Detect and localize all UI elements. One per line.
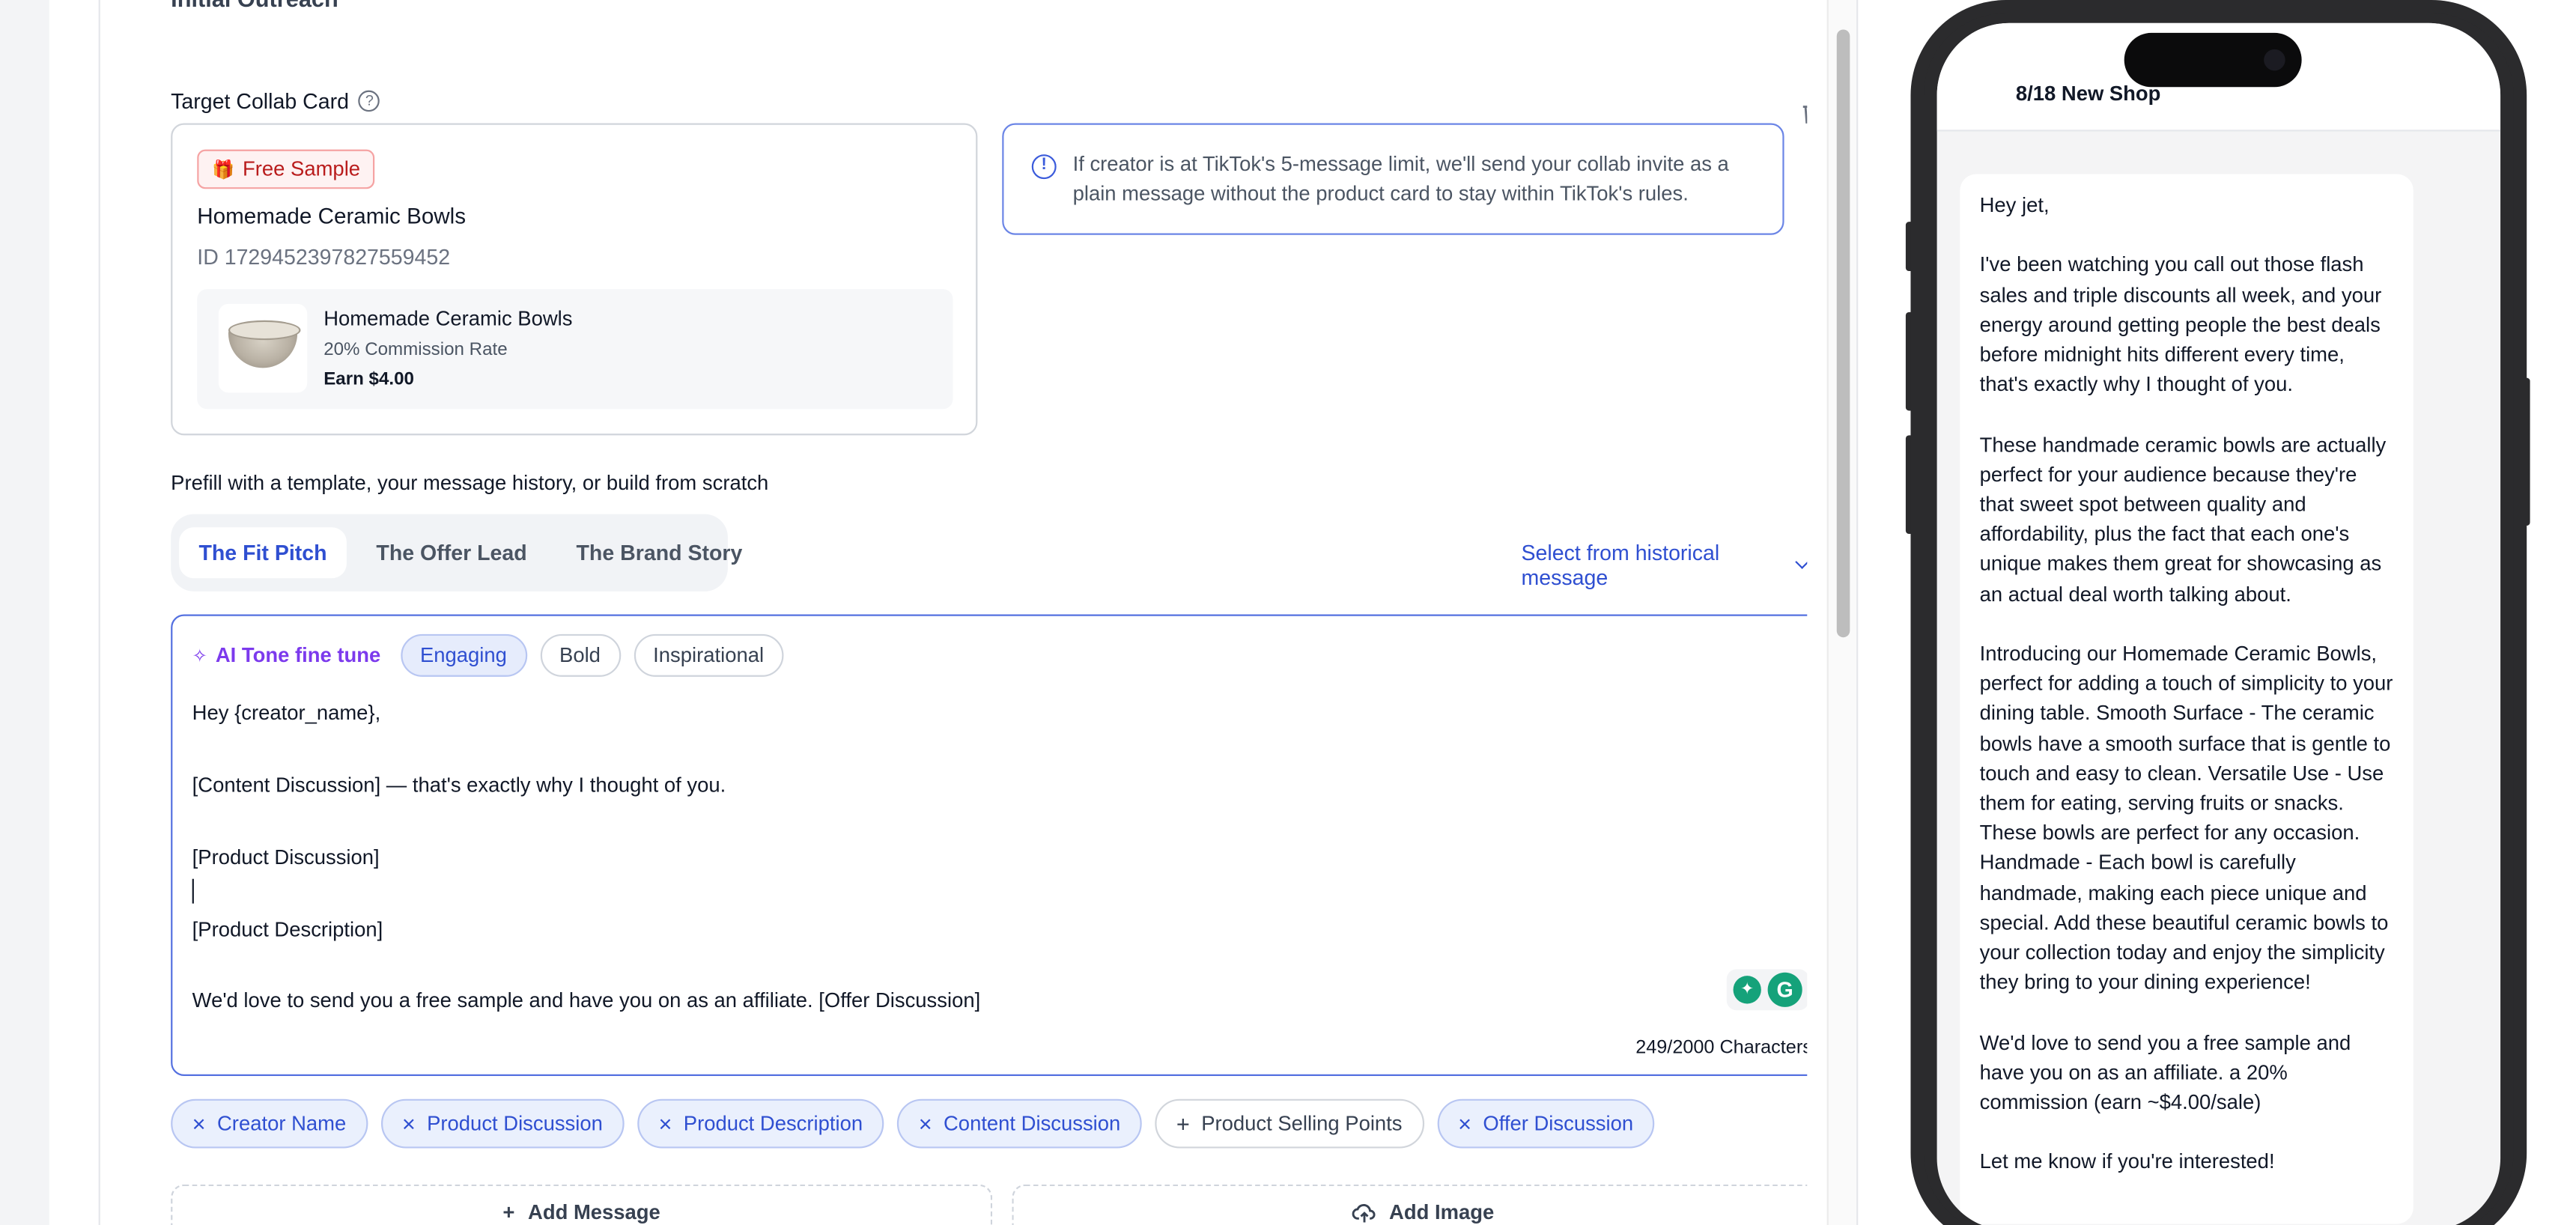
tab-fit-pitch[interactable]: The Fit Pitch [179,527,347,579]
close-icon[interactable]: × [658,1112,672,1135]
preview-paragraph: Introducing our Homemade Ceramic Bowls, … [1979,642,2393,994]
tone-row: ✧ AI Tone fine tune Engaging Bold Inspir… [192,633,784,677]
dynamic-island [2124,32,2302,88]
add-message-label: Add Message [528,1200,660,1224]
gift-icon: 🎁 [212,159,235,180]
historical-message-dropdown[interactable]: Select from historical message [1522,541,1808,590]
ai-tone-text: AI Tone fine tune [215,644,381,667]
history-link-label: Select from historical message [1521,540,1720,590]
app-stage: Initial Outreach Target Collab Card ? 🎁 … [0,0,2576,1225]
message-line[interactable]: [Product Discussion] [192,846,380,869]
character-counter: 249/2000 Characters [1635,1038,1808,1058]
info-circle-icon: ! [1031,154,1057,180]
add-message-button[interactable]: + Add Message [171,1184,993,1225]
tab-offer-lead[interactable]: The Offer Lead [356,527,547,578]
close-icon[interactable]: × [1458,1112,1471,1135]
plus-icon: + [1176,1110,1190,1137]
collab-card-id: ID 1729452397827559452 [197,244,451,270]
shop-name: 8/18 New Shop [2015,82,2161,106]
variable-product-description[interactable]: × Product Description [637,1098,884,1149]
prefill-label: Prefill with a template, your message hi… [171,471,769,495]
text-caret [192,878,194,904]
preview-paragraph: We'd love to send you a free sample and … [1979,1030,2351,1114]
tone-engaging[interactable]: Engaging [400,633,527,677]
commission-rate: 20% Commission Rate [323,340,508,360]
message-bubble: Hey jet, I've been watching you call out… [1960,174,2414,1224]
variable-offer-discussion[interactable]: × Offer Discussion [1436,1098,1655,1149]
tone-inspirational[interactable]: Inspirational [633,633,784,677]
editor-content: Initial Outreach Target Collab Card ? 🎁 … [98,0,1808,1225]
target-collab-label-row: Target Collab Card ? [171,88,380,113]
preview-paragraph: Let me know if you're interested! [1979,1150,2275,1174]
variable-content-discussion[interactable]: × Content Discussion [897,1098,1142,1149]
close-icon[interactable]: × [192,1112,206,1135]
product-summary: Homemade Ceramic Bowls 20% Commission Ra… [197,289,953,410]
variable-creator-name[interactable]: × Creator Name [171,1098,368,1149]
grammarly-suggest-icon[interactable]: ✦ [1733,976,1761,1004]
message-line[interactable]: [Product Description] [192,918,383,941]
add-image-label: Add Image [1389,1200,1495,1224]
chevron-down-icon [1796,555,1808,569]
message-line[interactable]: [Content Discussion] — that's exactly wh… [192,773,726,797]
scrollbar[interactable] [1826,0,1857,1225]
scrollbar-thumb[interactable] [1836,29,1850,638]
close-icon[interactable]: × [919,1112,932,1135]
grammarly-widget[interactable]: ✦ G [1726,969,1808,1011]
preview-paragraph: Hey jet, [1979,193,2050,217]
message-editor[interactable]: ✧ AI Tone fine tune Engaging Bold Inspir… [171,614,1808,1076]
variable-label: Product Description [683,1112,863,1135]
free-sample-badge: 🎁 Free Sample [197,149,375,189]
variable-product-discussion[interactable]: × Product Discussion [380,1098,625,1149]
close-icon[interactable]: × [402,1112,416,1135]
earn-amount: Earn $4.00 [323,369,414,389]
notice-text: If creator is at TikTok's 5-message limi… [1072,153,1729,206]
message-line[interactable]: Hey {creator_name}, [192,702,381,725]
upload-cloud-icon [1351,1204,1375,1223]
grammarly-icon[interactable]: G [1767,972,1802,1007]
variable-label: Product Discussion [427,1112,603,1135]
target-collab-card[interactable]: 🎁 Free Sample Homemade Ceramic Bowls ID … [171,123,978,436]
preview-paragraph: I've been watching you call out those fl… [1979,253,2382,397]
message-limit-notice: ! If creator is at TikTok's 5-message li… [1002,123,1784,235]
badge-label: Free Sample [243,157,361,181]
sparkle-icon: ✧ [192,646,207,666]
variable-label: Offer Discussion [1483,1112,1634,1135]
template-tabs: The Fit Pitch The Offer Lead The Brand S… [171,514,742,592]
target-collab-label: Target Collab Card [171,88,349,114]
campaign-editor-panel: Initial Outreach Target Collab Card ? 🎁 … [49,0,1808,1225]
variable-label: Product Selling Points [1201,1112,1403,1135]
phone-mockup: 8/18 New Shop Hey jet, I've been watchin… [1910,0,2527,1225]
help-circle-icon[interactable]: ? [359,90,380,112]
collab-card-title: Homemade Ceramic Bowls [197,204,467,228]
preview-panel: 8/18 New Shop Hey jet, I've been watchin… [1856,0,2576,1225]
left-gutter [0,0,49,1225]
add-image-button[interactable]: Add Image [1012,1184,1808,1225]
variable-chips: × Creator Name × Product Discussion × Produ… [171,1098,1655,1149]
bowl-image [228,320,301,368]
camera-icon [2264,49,2285,71]
phone-screen: 8/18 New Shop Hey jet, I've been watchin… [1936,22,2501,1225]
message-line[interactable]: We'd love to send you a free sample and … [192,989,981,1012]
variable-product-selling-points[interactable]: + Product Selling Points [1155,1098,1424,1149]
tab-brand-story[interactable]: The Brand Story [556,527,762,578]
tone-bold[interactable]: Bold [539,633,621,677]
variable-label: Creator Name [217,1112,347,1135]
ai-tone-label: ✧ AI Tone fine tune [192,644,381,667]
product-name: Homemade Ceramic Bowls [323,307,573,330]
variable-label: Content Discussion [944,1112,1121,1135]
preview-paragraph: These handmade ceramic bowls are actuall… [1979,433,2387,606]
section-title: Initial Outreach [171,0,338,11]
plus-icon: + [502,1200,515,1224]
trash-icon[interactable] [1799,100,1808,127]
product-thumbnail [218,303,308,393]
